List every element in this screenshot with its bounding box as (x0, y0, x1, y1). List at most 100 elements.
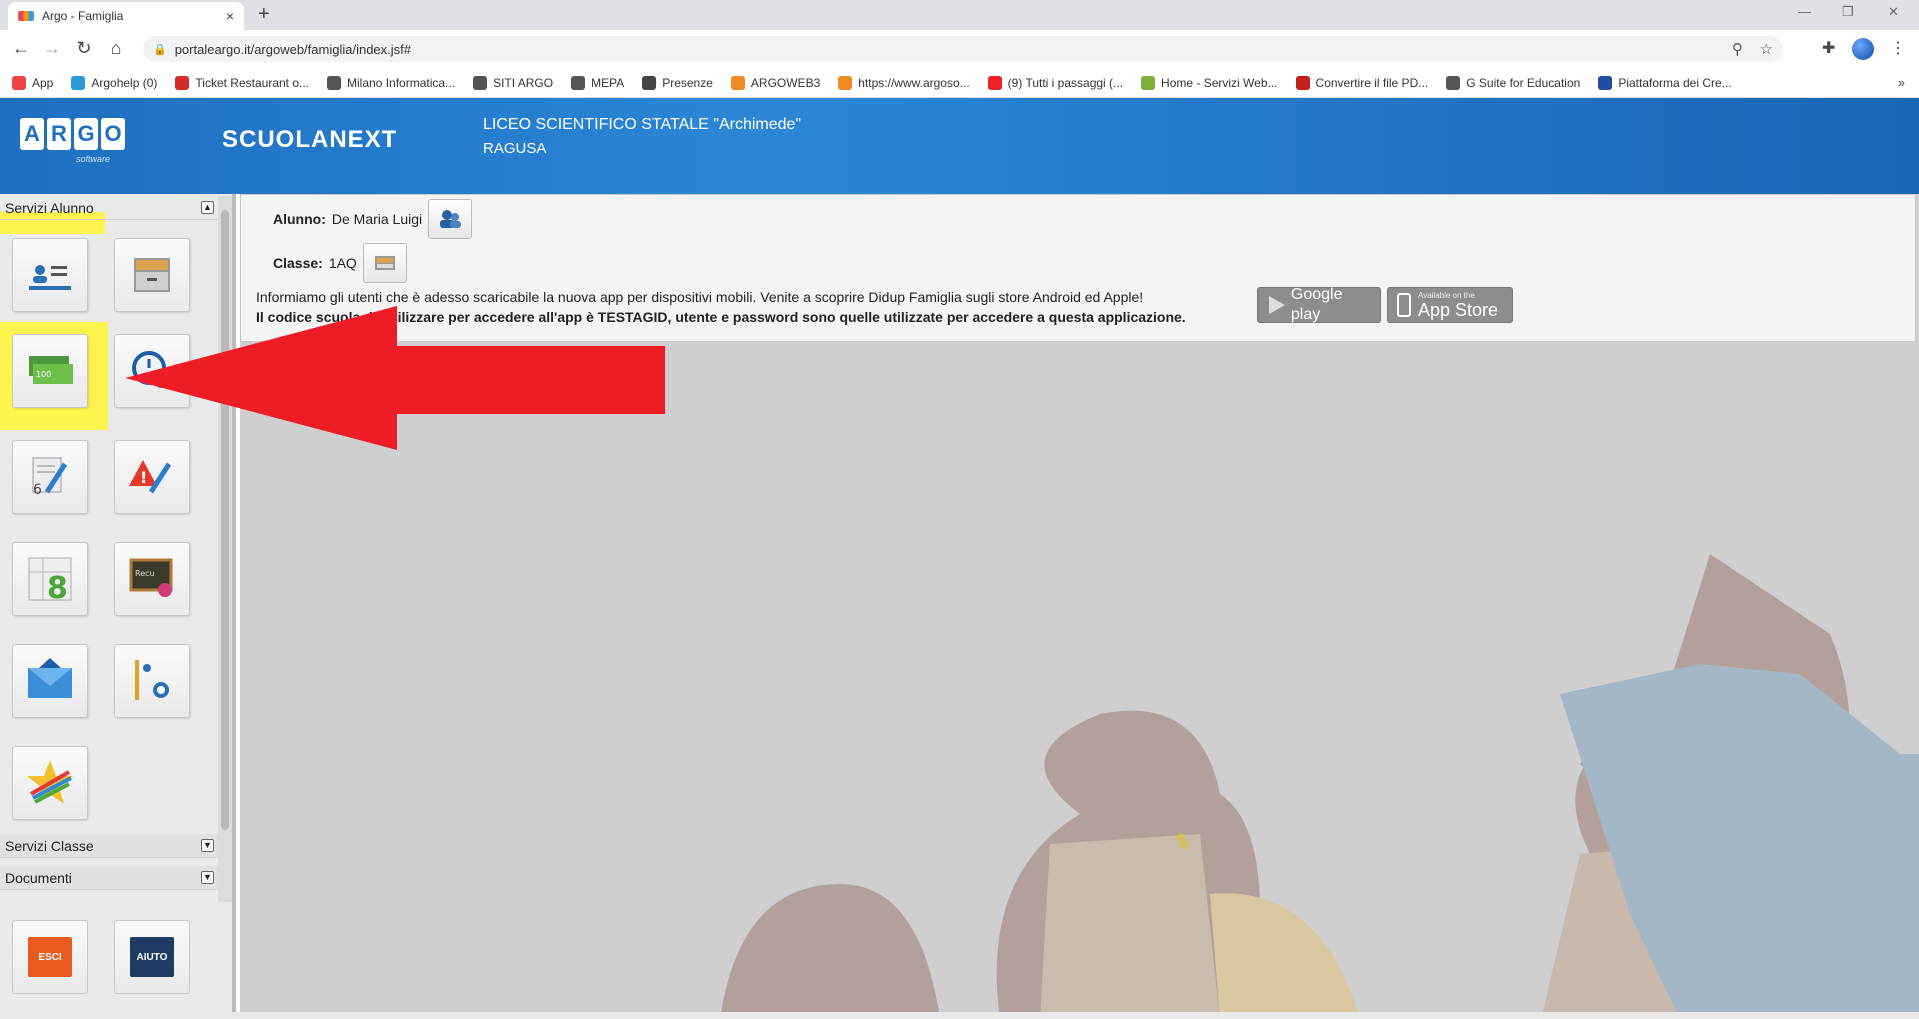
extensions-icon[interactable]: ✚ (1822, 38, 1835, 58)
tile-recuperi[interactable]: Recu (114, 542, 190, 616)
archive-icon (374, 256, 395, 270)
class-detail-button[interactable] (362, 243, 407, 283)
section-servizi-classe[interactable]: Servizi Classe ▼ (0, 834, 218, 858)
svg-text:6: 6 (33, 482, 42, 498)
bookmark-item[interactable]: https://www.argoso... (838, 75, 970, 90)
tile-docenti[interactable] (114, 644, 190, 718)
app-store-small-label: Available on the (1418, 290, 1475, 300)
bookmarks-overflow-icon[interactable]: » (1898, 75, 1905, 90)
bookmark-item[interactable]: (9) Tutti i passaggi (... (987, 75, 1124, 90)
help-label: AIUTO (130, 937, 174, 977)
expand-icon[interactable]: ▼ (201, 871, 214, 884)
exit-label: ESCI (28, 937, 72, 977)
bookmark-icon (838, 75, 853, 90)
app-store-button[interactable]: Available on the App Store (1387, 287, 1513, 323)
tile-tasse[interactable]: 100 (12, 334, 88, 408)
help-button[interactable]: AIUTO (114, 920, 190, 994)
browser-toolbar: ← → ↻ ⌂ 🔒 portaleargo.it/argoweb/famigli… (0, 30, 1919, 68)
tile-curriculum[interactable] (12, 746, 88, 820)
bookmark-icon (1598, 75, 1613, 90)
money-icon: 100 (29, 356, 73, 384)
app-store-label: App Store (1418, 299, 1499, 320)
google-play-label: Google play (1290, 286, 1343, 323)
section-label: Documenti (5, 870, 72, 886)
forward-icon[interactable]: → (41, 38, 63, 59)
exit-button[interactable]: ESCI (12, 920, 88, 994)
url-text: portaleargo.it/argoweb/famiglia/index.js… (174, 41, 412, 57)
bookmark-item[interactable]: SITI ARGO (473, 75, 554, 90)
browser-tab[interactable]: Argo - Famiglia × (8, 2, 244, 30)
bookmark-item[interactable]: Piattaforma dei Cre... (1598, 75, 1732, 90)
bookmark-icon (175, 75, 190, 90)
restore-icon[interactable]: ❐ (1842, 4, 1854, 20)
profile-avatar[interactable] (1852, 38, 1874, 60)
bookmark-item[interactable]: MEPA (571, 75, 624, 90)
expand-icon[interactable]: ▼ (201, 839, 214, 852)
argo-logo: ARGO (20, 118, 128, 150)
tile-voti-scrutinio[interactable]: 8 (12, 542, 88, 616)
bookmark-icon (1141, 75, 1156, 90)
bookmark-label: (9) Tutti i passaggi (... (1007, 75, 1124, 90)
bookmark-icon (12, 75, 26, 90)
logo-letter: A (20, 118, 44, 150)
google-play-button[interactable]: Google play (1257, 286, 1381, 323)
menu-icon[interactable]: ⋮ (1890, 38, 1906, 58)
window-close-icon[interactable]: ✕ (1888, 4, 1899, 20)
tab-close-icon[interactable]: × (226, 8, 234, 24)
tile-bacheca[interactable] (12, 644, 88, 718)
app-notice-text: Informiamo gli utenti che è adesso scari… (256, 289, 1144, 305)
bookmark-item[interactable]: ARGOWEB3 (730, 75, 821, 90)
bookmark-item[interactable]: App (12, 75, 54, 90)
back-icon[interactable]: ← (10, 38, 32, 59)
bookmark-icon (71, 75, 86, 90)
bookmark-item[interactable]: Milano Informatica... (327, 75, 455, 90)
bookmark-icon (327, 75, 342, 90)
home-icon[interactable]: ⌂ (105, 38, 127, 59)
collapse-icon[interactable]: ▲ (201, 201, 214, 214)
address-bar[interactable]: 🔒 portaleargo.it/argoweb/famiglia/index.… (143, 36, 1783, 62)
bookmarks-bar: App Argohelp (0) Ticket Restaurant o... Mil… (0, 68, 1919, 98)
new-tab-icon[interactable]: + (258, 3, 270, 26)
tile-archivio[interactable] (114, 238, 190, 312)
logo-letter: O (101, 118, 125, 150)
star-icon[interactable]: ☆ (1760, 41, 1773, 58)
minimize-icon[interactable]: — (1798, 4, 1811, 19)
bookmark-label: Ticket Restaurant o... (195, 75, 310, 90)
tile-voti[interactable]: 6 (12, 440, 88, 514)
class-label: Classe: (273, 255, 323, 271)
bookmark-label: Home - Servizi Web... (1161, 75, 1278, 90)
status-bar (0, 1012, 1919, 1019)
select-student-button[interactable] (428, 199, 473, 239)
section-servizi-alunno[interactable]: Servizi Alunno ▲ (0, 196, 218, 220)
argo-logo-sub: software (76, 154, 111, 164)
school-city: RAGUSA (483, 140, 547, 157)
envelope-icon (28, 658, 72, 698)
star-colors-icon (27, 760, 73, 804)
bookmark-item[interactable]: Home - Servizi Web... (1141, 75, 1278, 90)
section-documenti[interactable]: Documenti ▼ (0, 866, 218, 890)
section-label: Servizi Alunno (5, 200, 94, 216)
bookmark-label: ARGOWEB3 (750, 75, 821, 90)
tile-note[interactable]: ! (114, 440, 190, 514)
bookmark-icon (1295, 75, 1310, 90)
sidebar-scroll-thumb[interactable] (221, 210, 229, 830)
bookmark-label: SITI ARGO (493, 75, 554, 90)
reload-icon[interactable]: ↻ (73, 38, 95, 59)
tile-anagrafe[interactable] (12, 238, 88, 312)
bookmark-item[interactable]: Convertire il file PD... (1295, 75, 1429, 90)
svg-text:8: 8 (47, 571, 68, 606)
bookmark-item[interactable]: G Suite for Education (1446, 75, 1581, 90)
bookmark-label: App (32, 75, 54, 90)
bookmark-item[interactable]: Argohelp (0) (71, 75, 157, 90)
warning-pencil-icon: ! (129, 460, 172, 494)
svg-text:100: 100 (36, 370, 51, 379)
bookmark-label: Convertire il file PD... (1315, 75, 1429, 90)
zoom-icon[interactable]: ⚲ (1732, 41, 1743, 58)
bookmark-label: G Suite for Education (1466, 75, 1581, 90)
omnibox-actions: ⚲ ☆ (1732, 40, 1773, 58)
bookmark-icon (1446, 75, 1461, 90)
bookmark-item[interactable]: Ticket Restaurant o... (175, 75, 310, 90)
bookmark-item[interactable]: Presenze (642, 75, 713, 90)
class-row: Classe: 1AQ (273, 243, 407, 283)
bookmark-label: Presenze (662, 75, 713, 90)
